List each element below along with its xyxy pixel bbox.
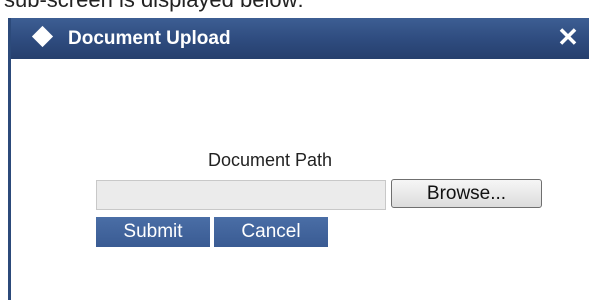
document-path-label: Document Path xyxy=(208,150,333,170)
cancel-button[interactable]: Cancel xyxy=(214,217,328,247)
dialog-title: Document Upload xyxy=(68,28,231,49)
document-path-input[interactable] xyxy=(96,180,386,210)
document-upload-dialog: Document Upload ✕ Document Path Browse..… xyxy=(8,18,589,300)
page-caption: sub-screen is displayed below: xyxy=(0,0,589,20)
browse-button[interactable]: Browse... xyxy=(391,179,542,208)
dialog-titlebar: Document Upload ✕ xyxy=(11,18,589,59)
caption-text: sub-screen is displayed below: xyxy=(4,0,304,13)
submit-button[interactable]: Submit xyxy=(96,217,210,247)
diamond-icon xyxy=(31,25,54,48)
close-icon[interactable]: ✕ xyxy=(555,22,581,52)
